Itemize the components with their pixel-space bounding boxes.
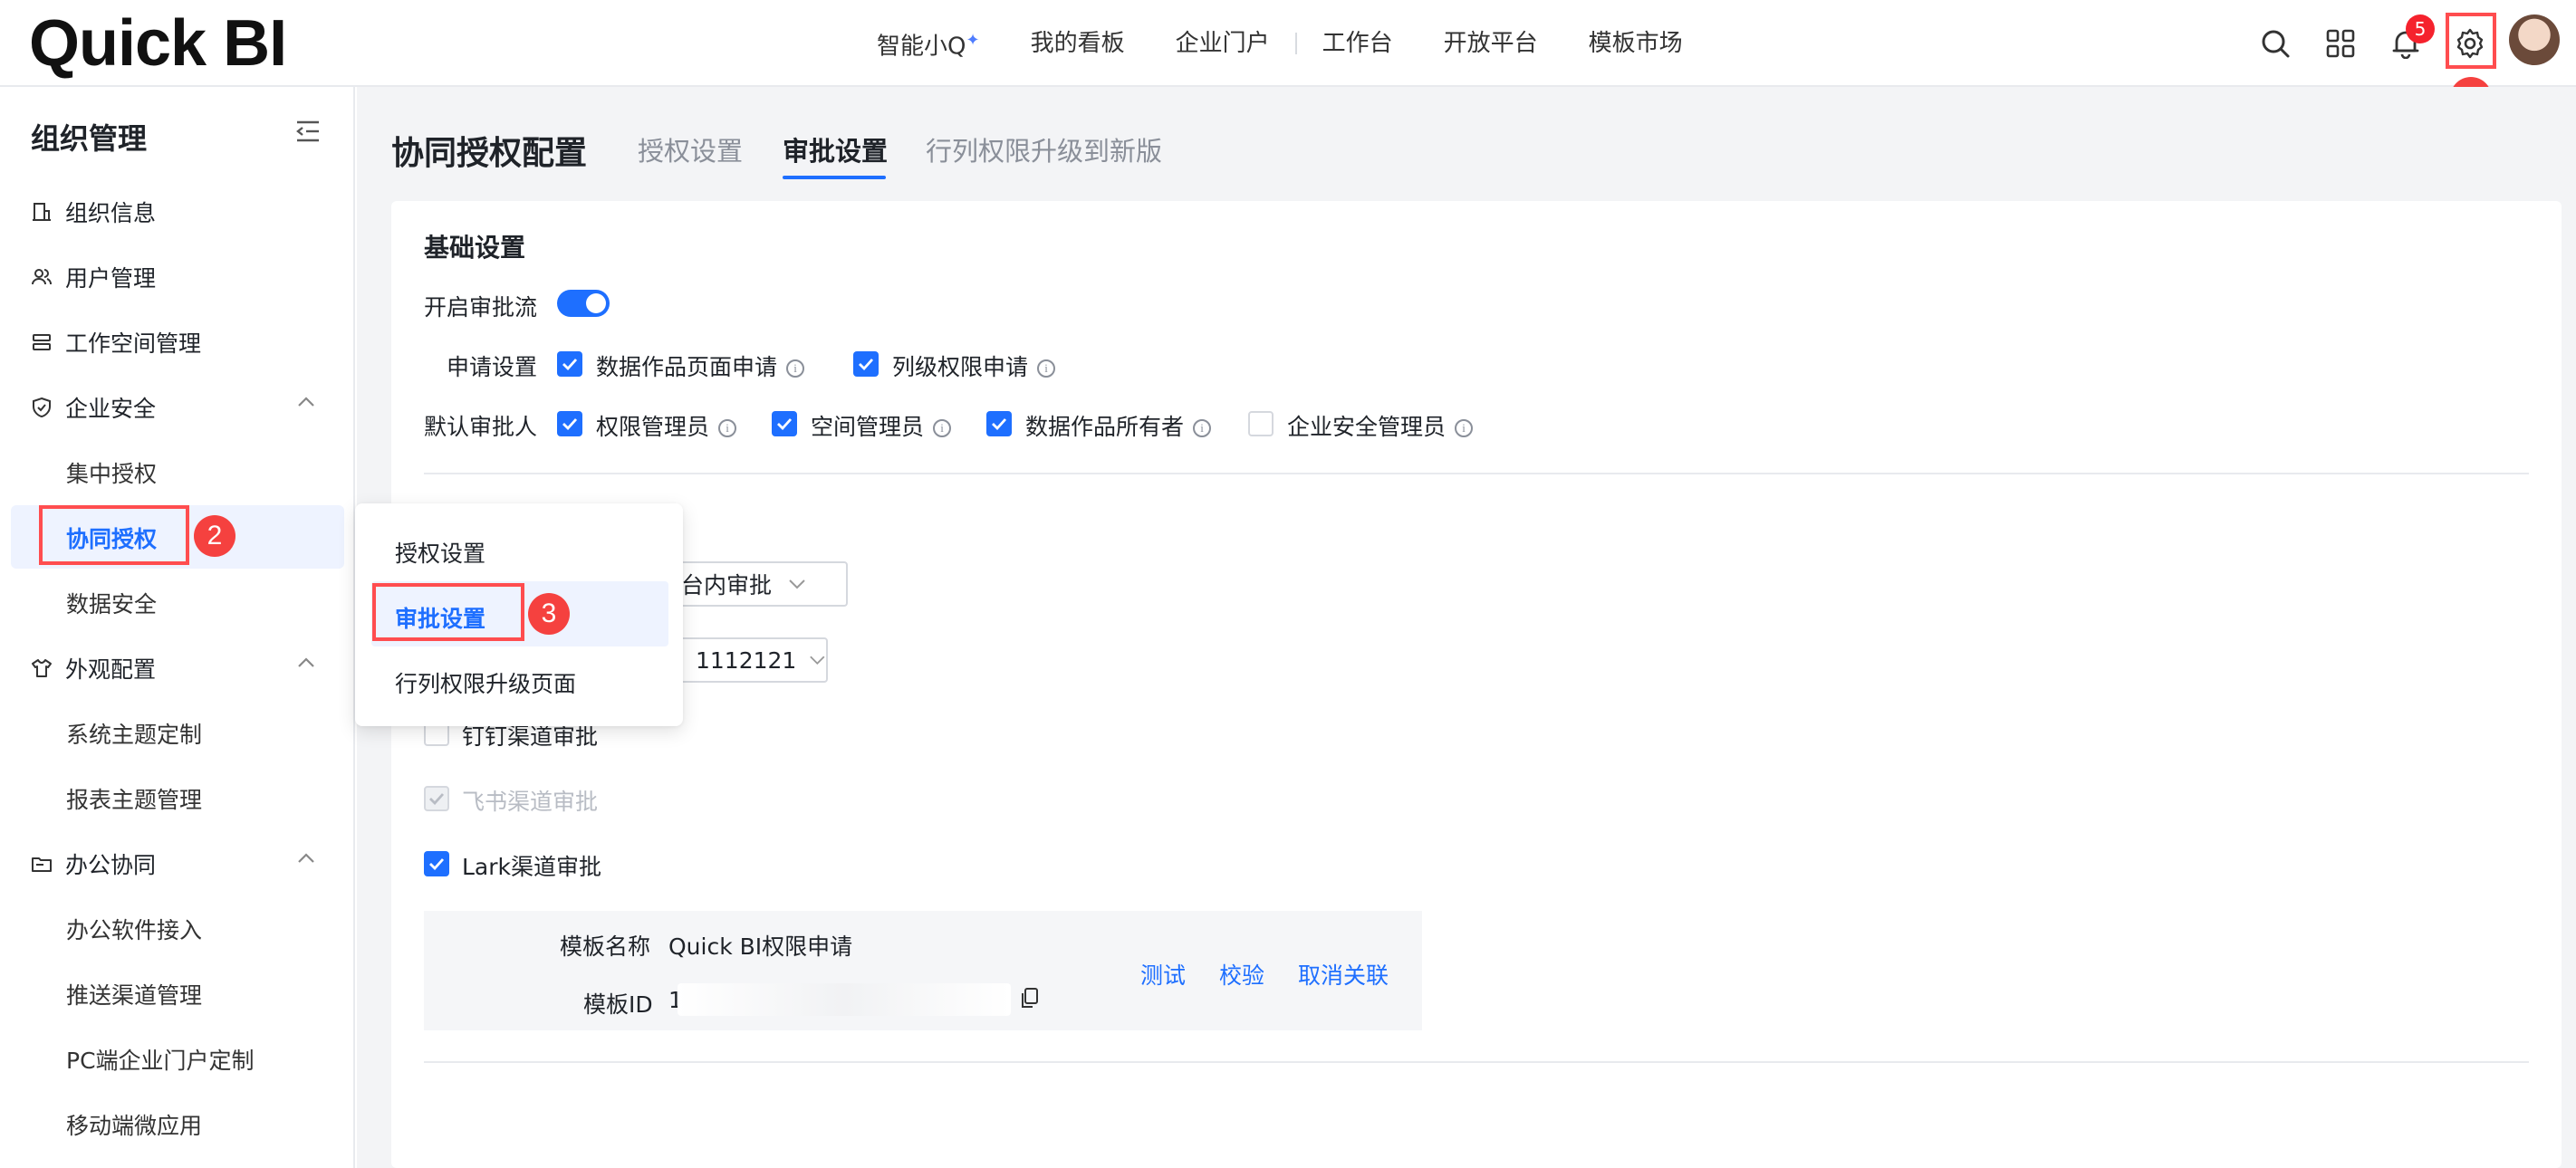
unlink-link[interactable]: 取消关联 xyxy=(1298,958,1389,991)
checkbox-column-permission[interactable] xyxy=(853,351,879,377)
dropdown-item-row-col-upgrade[interactable]: 行列权限升级页面 xyxy=(395,666,576,699)
chevron-down-icon xyxy=(789,579,805,589)
sidebar-item-office-collab[interactable]: 办公协同 xyxy=(31,847,156,880)
apply-option-column-permission: 列级权限申请 i xyxy=(892,349,1056,382)
chevron-down-icon xyxy=(810,656,825,665)
approver-option-permission-admin: 权限管理员 i xyxy=(596,409,737,442)
step-marker-2: 2 xyxy=(194,515,235,557)
copy-icon[interactable] xyxy=(1020,987,1040,1014)
checkbox-enterprise-security-admin[interactable] xyxy=(1248,411,1274,436)
sidebar-item-workspace-management[interactable]: 工作空间管理 xyxy=(31,326,201,359)
dropdown-item-auth-settings[interactable]: 授权设置 xyxy=(395,536,485,569)
sparkle-icon: ✦ xyxy=(966,30,980,50)
template-id-redaction xyxy=(678,983,1011,1016)
sidebar-item-enterprise-security[interactable]: 企业安全 xyxy=(31,391,156,424)
checkbox-permission-admin[interactable] xyxy=(557,411,582,436)
sidebar-item-office-software[interactable]: 办公软件接入 xyxy=(66,913,202,945)
avatar[interactable] xyxy=(2509,14,2560,65)
sidebar-item-org-info[interactable]: 组织信息 xyxy=(31,196,156,228)
section-title-basic: 基础设置 xyxy=(424,233,526,263)
apps-grid-icon[interactable] xyxy=(2319,22,2362,65)
chevron-up-icon[interactable] xyxy=(295,393,317,415)
users-icon xyxy=(31,266,53,288)
checkbox-data-work-owner[interactable] xyxy=(986,411,1012,436)
apply-option-data-work-page: 数据作品页面申请 i xyxy=(596,349,805,382)
annotation-box-settings xyxy=(2446,13,2496,69)
tab-auth-settings[interactable]: 授权设置 xyxy=(638,130,743,168)
section-divider xyxy=(424,473,2529,474)
verify-link[interactable]: 校验 xyxy=(1219,958,1264,991)
nav-smart-q[interactable]: 智能小Q✦ xyxy=(851,19,1005,69)
section-divider xyxy=(424,1061,2529,1063)
info-icon[interactable]: i xyxy=(1037,359,1056,378)
nav-open-platform[interactable]: 开放平台 xyxy=(1418,22,1563,65)
info-icon[interactable]: i xyxy=(786,359,805,378)
active-tab-indicator xyxy=(783,176,886,179)
approver-option-enterprise-security-admin: 企业安全管理员 i xyxy=(1287,409,1474,442)
notification-badge: 5 xyxy=(2406,14,2435,43)
info-icon[interactable]: i xyxy=(933,419,952,437)
test-link[interactable]: 测试 xyxy=(1140,958,1186,991)
checkbox-lark[interactable] xyxy=(424,851,449,876)
sidebar-item-central-auth[interactable]: 集中授权 xyxy=(66,456,157,489)
info-icon[interactable]: i xyxy=(1455,419,1474,437)
chevron-up-icon[interactable] xyxy=(295,654,317,675)
top-nav: 智能小Q✦ 我的看板 企业门户 工作台 开放平台 模板市场 xyxy=(851,22,1708,65)
feishu-channel-label: 飞书渠道审批 xyxy=(462,789,599,815)
template-name-label: 模板名称 xyxy=(560,933,651,960)
info-icon[interactable]: i xyxy=(718,419,737,437)
folder-icon xyxy=(31,853,53,875)
annotation-box-collab-auth xyxy=(39,505,189,565)
template-name-value: Quick BI权限申请 xyxy=(668,933,853,960)
app-logo[interactable]: Quick BI xyxy=(29,9,287,78)
chevron-up-icon[interactable] xyxy=(295,849,317,871)
shield-icon xyxy=(31,397,53,418)
building-icon xyxy=(31,201,53,223)
tab-row-col-upgrade[interactable]: 行列权限升级到新版 xyxy=(926,130,1162,168)
shirt-icon xyxy=(31,657,53,679)
step-marker-3: 3 xyxy=(528,593,570,635)
collapse-menu-icon[interactable] xyxy=(295,120,321,147)
checkbox-data-work-page[interactable] xyxy=(557,351,582,377)
sidebar-item-pc-portal[interactable]: PC端企业门户定制 xyxy=(66,1043,255,1076)
enable-approval-label: 开启审批流 xyxy=(424,294,538,321)
sidebar-item-mobile-app[interactable]: 移动端微应用 xyxy=(66,1108,202,1141)
nav-my-boards[interactable]: 我的看板 xyxy=(1005,22,1150,65)
apply-settings-label: 申请设置 xyxy=(447,354,538,380)
sidebar-item-system-theme[interactable]: 系统主题定制 xyxy=(66,717,202,750)
approver-option-data-work-owner: 数据作品所有者 i xyxy=(1025,409,1212,442)
nav-template-market[interactable]: 模板市场 xyxy=(1563,22,1708,65)
info-icon[interactable]: i xyxy=(1193,419,1212,437)
sidebar-item-appearance[interactable]: 外观配置 xyxy=(31,652,156,685)
sidebar-item-data-security[interactable]: 数据安全 xyxy=(66,587,157,619)
enable-approval-toggle[interactable] xyxy=(557,290,610,317)
server-icon xyxy=(31,331,53,353)
tab-approval-settings[interactable]: 审批设置 xyxy=(783,130,888,168)
annotation-box-approval-settings xyxy=(372,583,524,641)
lark-channel-label: Lark渠道审批 xyxy=(462,854,602,880)
sidebar-item-user-management[interactable]: 用户管理 xyxy=(31,261,156,293)
search-icon[interactable] xyxy=(2254,22,2297,65)
template-id-label: 模板ID xyxy=(583,991,653,1018)
sidebar-item-push-channels[interactable]: 推送渠道管理 xyxy=(66,978,202,1010)
approver-option-space-admin: 空间管理员 i xyxy=(811,409,952,442)
nav-enterprise-portal[interactable]: 企业门户 xyxy=(1150,22,1295,65)
default-approver-label: 默认审批人 xyxy=(424,414,538,440)
checkbox-feishu xyxy=(424,786,449,811)
sidebar-title: 组织管理 xyxy=(31,121,148,156)
nav-workbench[interactable]: 工作台 xyxy=(1297,22,1418,65)
page-title: 协同授权配置 xyxy=(391,135,588,172)
checkbox-space-admin[interactable] xyxy=(772,411,797,436)
sidebar-item-report-theme[interactable]: 报表主题管理 xyxy=(66,782,202,815)
